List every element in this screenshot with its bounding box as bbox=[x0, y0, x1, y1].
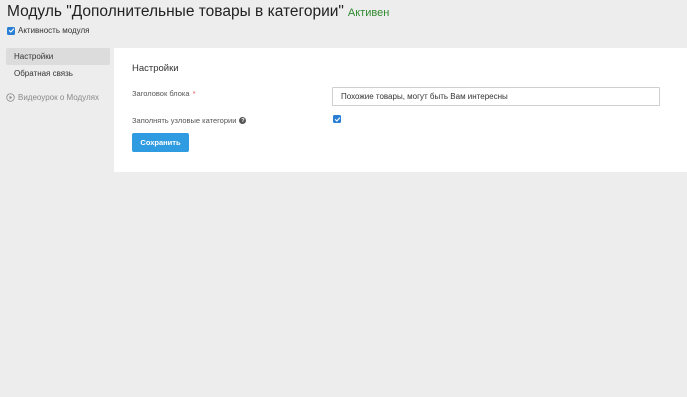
module-settings-page: Модуль "Дополнительные товары в категори… bbox=[0, 0, 687, 397]
check-icon bbox=[334, 116, 340, 122]
module-active-toggle[interactable]: Активность модуля bbox=[7, 26, 90, 35]
status-badge: Активен bbox=[347, 7, 390, 19]
module-active-label: Активность модуля bbox=[18, 26, 90, 35]
section-title: Настройки bbox=[132, 63, 179, 74]
sidebar-item-feedback[interactable]: Обратная связь bbox=[6, 65, 110, 82]
help-icon[interactable]: ? bbox=[239, 117, 247, 124]
fill-parent-checkbox[interactable] bbox=[333, 115, 341, 123]
video-tutorial-label: Видеоурок о Модулях bbox=[18, 93, 100, 102]
settings-panel: Настройки Заголовок блока * Заполнять уз… bbox=[114, 48, 687, 172]
save-button[interactable]: Сохранить bbox=[132, 133, 189, 152]
required-mark: * bbox=[192, 89, 196, 98]
fill-parent-label: Заполнять узловые категории ? bbox=[132, 116, 247, 125]
video-tutorial-link[interactable]: Видеоурок о Модулях bbox=[6, 93, 110, 102]
sidebar-item-label: Обратная связь bbox=[14, 69, 73, 78]
block-title-label-text: Заголовок блока bbox=[132, 89, 190, 98]
block-title-label: Заголовок блока * bbox=[132, 89, 195, 98]
sidebar-item-settings[interactable]: Настройки bbox=[6, 48, 110, 65]
sidebar: Настройки Обратная связь Видеоурок о Мод… bbox=[6, 48, 110, 102]
sidebar-item-label: Настройки bbox=[14, 52, 54, 61]
page-header: Модуль "Дополнительные товары в категори… bbox=[7, 3, 389, 21]
fill-parent-label-text: Заполнять узловые категории bbox=[132, 116, 237, 125]
module-active-checkbox[interactable] bbox=[7, 26, 15, 35]
page-title: Модуль "Дополнительные товары в категори… bbox=[7, 3, 344, 20]
block-title-input[interactable] bbox=[332, 87, 660, 106]
check-icon bbox=[8, 28, 14, 33]
play-circle-icon bbox=[6, 93, 15, 102]
